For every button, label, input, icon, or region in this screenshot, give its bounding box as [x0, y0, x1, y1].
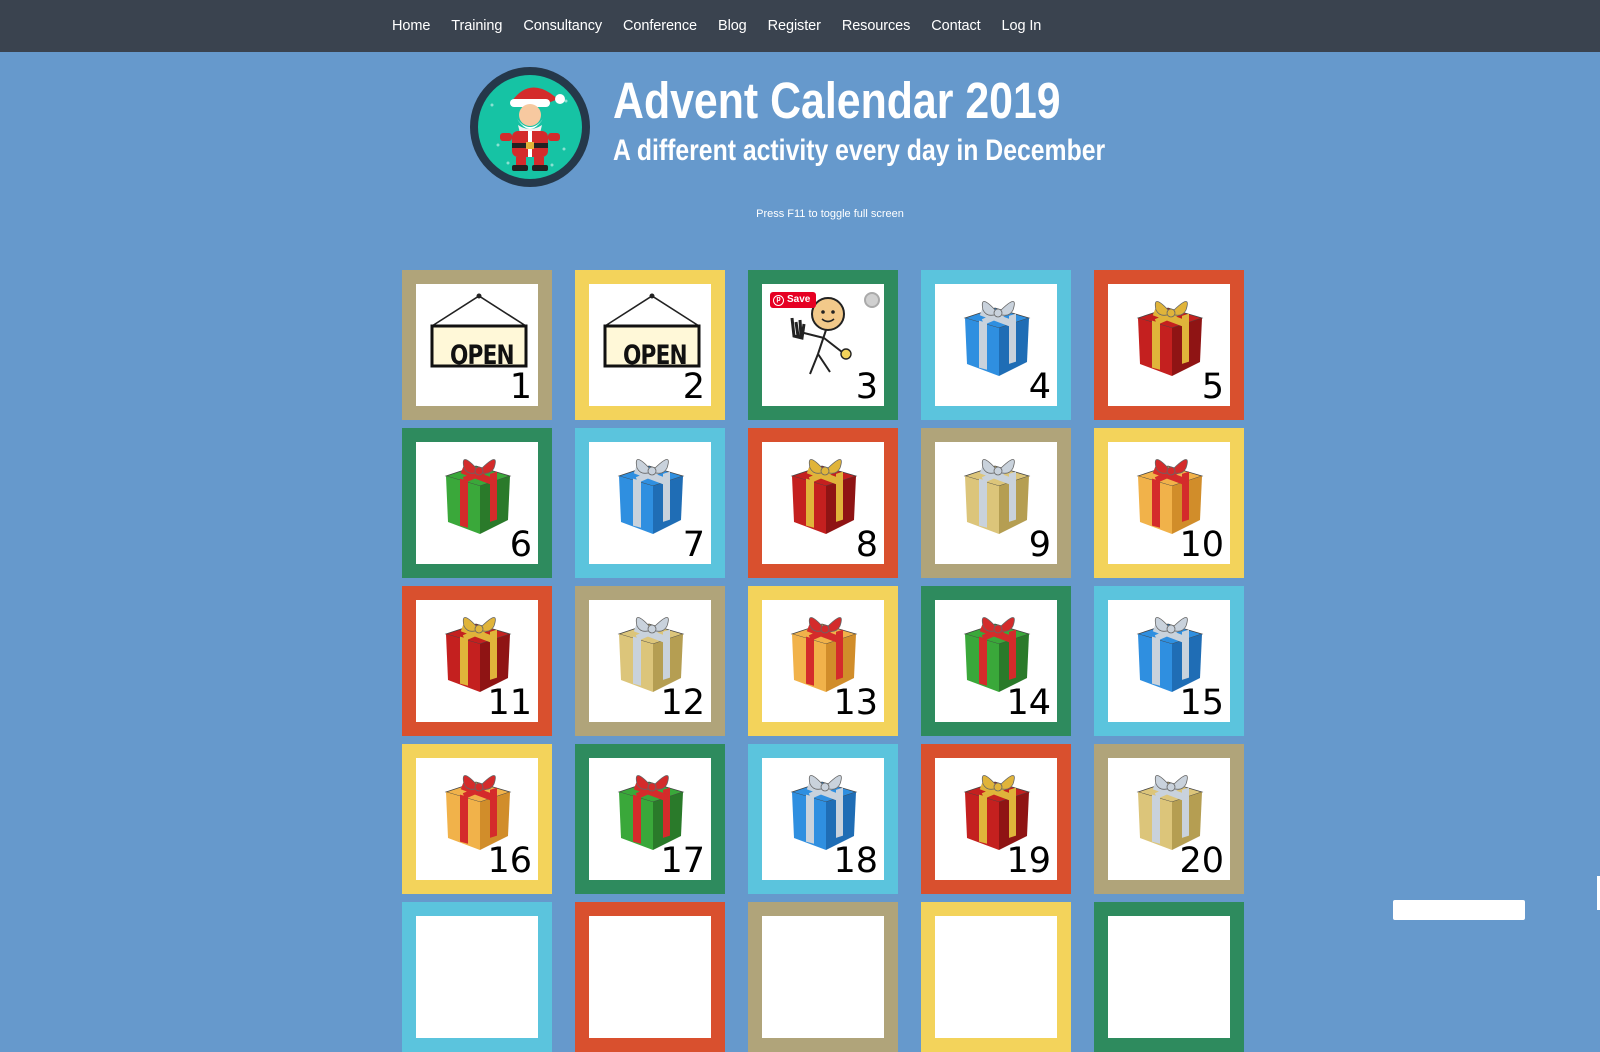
- calendar-day-tile[interactable]: 19: [921, 744, 1071, 894]
- calendar-day-tile[interactable]: 7: [575, 428, 725, 578]
- open-sign-text: OPEN: [450, 340, 515, 371]
- day-number: 11: [487, 683, 532, 723]
- pinterest-save-button[interactable]: p Save: [770, 292, 817, 308]
- calendar-day-tile[interactable]: 13: [748, 586, 898, 736]
- calendar-day-tile[interactable]: [748, 902, 898, 1052]
- day-number: 5: [1201, 367, 1224, 407]
- day-number: 12: [660, 683, 705, 723]
- day-number: 17: [660, 841, 705, 881]
- nav-register[interactable]: Register: [768, 18, 821, 34]
- calendar-day-tile[interactable]: 10: [1094, 428, 1244, 578]
- calendar-day-tile[interactable]: [575, 902, 725, 1052]
- calendar-day-tile[interactable]: [921, 902, 1071, 1052]
- day-number: 2: [682, 367, 705, 407]
- nav-home[interactable]: Home: [392, 18, 430, 34]
- calendar-day-tile[interactable]: 4: [921, 270, 1071, 420]
- nav-training[interactable]: Training: [451, 18, 502, 34]
- calendar-day-tile[interactable]: 14: [921, 586, 1071, 736]
- day-number: 13: [833, 683, 878, 723]
- page-subtitle: A different activity every day in Decemb…: [613, 134, 1106, 167]
- nav-contact[interactable]: Contact: [931, 18, 980, 34]
- day-number: 20: [1179, 841, 1224, 881]
- day-number: 16: [487, 841, 532, 881]
- calendar-day-tile[interactable]: 3 p Save: [748, 270, 898, 420]
- nav-consultancy[interactable]: Consultancy: [523, 18, 602, 34]
- calendar-day-tile[interactable]: 12: [575, 586, 725, 736]
- pinterest-icon: p: [773, 294, 784, 306]
- day-number: 8: [855, 525, 878, 565]
- fullscreen-hint: Press F11 to toggle full screen: [756, 208, 904, 220]
- calendar-day-tile[interactable]: 9: [921, 428, 1071, 578]
- calendar-day-tile[interactable]: 5: [1094, 270, 1244, 420]
- page-title: Advent Calendar 2019: [613, 72, 1061, 129]
- calendar-day-tile[interactable]: OPEN 2: [575, 270, 725, 420]
- calendar-day-tile[interactable]: 17: [575, 744, 725, 894]
- zoom-icon[interactable]: [864, 292, 880, 308]
- day-number: 9: [1028, 525, 1051, 565]
- day-number: 18: [833, 841, 878, 881]
- day-number: 1: [509, 367, 532, 407]
- calendar-day-tile[interactable]: 11: [402, 586, 552, 736]
- nav-menu: Home Training Consultancy Conference Blo…: [392, 0, 1062, 52]
- day-number: 3: [855, 367, 878, 407]
- nav-blog[interactable]: Blog: [718, 18, 747, 34]
- open-sign-text: OPEN: [623, 340, 688, 371]
- day-number: 15: [1179, 683, 1224, 723]
- calendar-day-tile[interactable]: 8: [748, 428, 898, 578]
- nav-conference[interactable]: Conference: [623, 18, 697, 34]
- day-number: 14: [1006, 683, 1051, 723]
- save-label: Save: [787, 294, 811, 305]
- day-number: 10: [1179, 525, 1224, 565]
- top-navbar: Home Training Consultancy Conference Blo…: [0, 0, 1600, 52]
- calendar-day-tile[interactable]: [1094, 902, 1244, 1052]
- calendar-day-tile[interactable]: 16: [402, 744, 552, 894]
- corner-widget[interactable]: [1393, 900, 1525, 920]
- day-number: 19: [1006, 841, 1051, 881]
- day-number: 7: [682, 525, 705, 565]
- santa-icon: [470, 67, 590, 187]
- day-number: 6: [509, 525, 532, 565]
- day-number: 4: [1028, 367, 1051, 407]
- calendar-day-tile[interactable]: [402, 902, 552, 1052]
- nav-log-in[interactable]: Log In: [1002, 18, 1042, 34]
- nav-resources[interactable]: Resources: [842, 18, 911, 34]
- calendar-day-tile[interactable]: 6: [402, 428, 552, 578]
- calendar-day-tile[interactable]: 18: [748, 744, 898, 894]
- page-header: Advent Calendar 2019 A different activit…: [470, 67, 1190, 192]
- calendar-day-tile[interactable]: 15: [1094, 586, 1244, 736]
- calendar-day-tile[interactable]: 20: [1094, 744, 1244, 894]
- calendar-day-tile[interactable]: OPEN 1: [402, 270, 552, 420]
